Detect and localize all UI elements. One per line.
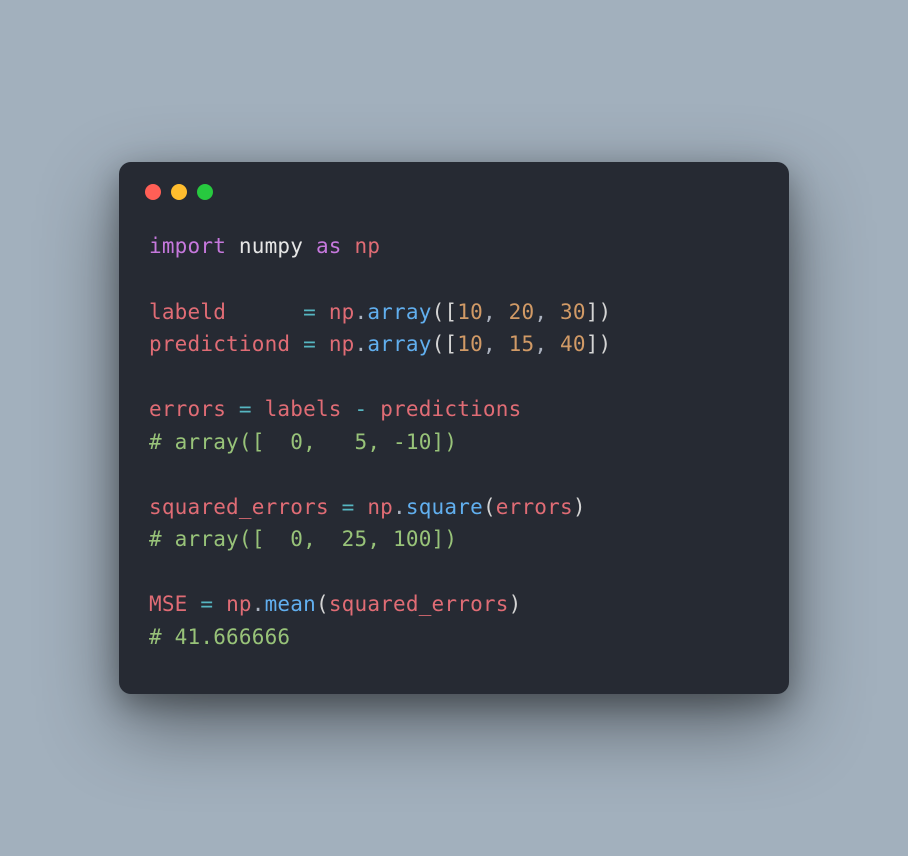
zoom-icon[interactable]	[197, 184, 213, 200]
variable: squared_errors	[149, 495, 329, 519]
module-name: numpy	[239, 234, 303, 258]
comment: # array([ 0, 5, -10])	[149, 430, 457, 454]
comment: # 41.666666	[149, 625, 290, 649]
lparen: (	[483, 495, 496, 519]
dot: .	[393, 495, 406, 519]
lparen: (	[432, 300, 445, 324]
dot: .	[355, 300, 368, 324]
lbracket: [	[444, 300, 457, 324]
code-window: import numpy as np labeld = np.array([10…	[119, 162, 789, 693]
arg: squared_errors	[329, 592, 509, 616]
minus-op: -	[355, 397, 368, 421]
window-titlebar	[119, 162, 789, 210]
variable: labeld	[149, 300, 226, 324]
variable: predictiond	[149, 332, 290, 356]
rparen: )	[509, 592, 522, 616]
module-alias: np	[355, 234, 381, 258]
code-line-6: errors = labels - predictions	[149, 397, 521, 421]
number: 30	[560, 300, 586, 324]
comma: ,	[483, 300, 496, 324]
fn-square: square	[406, 495, 483, 519]
np-ref: np	[329, 332, 355, 356]
fn-array: array	[367, 332, 431, 356]
fn-mean: mean	[265, 592, 316, 616]
rparen: )	[599, 332, 612, 356]
dot: .	[252, 592, 265, 616]
code-editor: import numpy as np labeld = np.array([10…	[119, 210, 789, 663]
lparen: (	[316, 592, 329, 616]
equals-op: =	[239, 397, 252, 421]
keyword-import: import	[149, 234, 226, 258]
number: 15	[509, 332, 535, 356]
comment: # array([ 0, 25, 100])	[149, 527, 457, 551]
comma: ,	[534, 332, 547, 356]
arg: errors	[496, 495, 573, 519]
code-line-12: MSE = np.mean(squared_errors)	[149, 592, 521, 616]
minimize-icon[interactable]	[171, 184, 187, 200]
close-icon[interactable]	[145, 184, 161, 200]
rparen: )	[573, 495, 586, 519]
rbracket: ]	[586, 332, 599, 356]
comma: ,	[483, 332, 496, 356]
number: 10	[457, 300, 483, 324]
number: 40	[560, 332, 586, 356]
lbracket: [	[444, 332, 457, 356]
variable: predictions	[380, 397, 521, 421]
variable: errors	[149, 397, 226, 421]
code-line-4: predictiond = np.array([10, 15, 40])	[149, 332, 611, 356]
code-line-1: import numpy as np	[149, 234, 380, 258]
rbracket: ]	[586, 300, 599, 324]
number: 10	[457, 332, 483, 356]
number: 20	[509, 300, 535, 324]
lparen: (	[432, 332, 445, 356]
variable: labels	[265, 397, 342, 421]
equals-op: =	[303, 332, 316, 356]
equals-op: =	[303, 300, 316, 324]
comma: ,	[534, 300, 547, 324]
np-ref: np	[367, 495, 393, 519]
code-line-3: labeld = np.array([10, 20, 30])	[149, 300, 611, 324]
fn-array: array	[367, 300, 431, 324]
dot: .	[355, 332, 368, 356]
rparen: )	[599, 300, 612, 324]
keyword-as: as	[316, 234, 342, 258]
code-line-9: squared_errors = np.square(errors)	[149, 495, 586, 519]
np-ref: np	[329, 300, 355, 324]
equals-op: =	[342, 495, 355, 519]
variable: MSE	[149, 592, 188, 616]
np-ref: np	[226, 592, 252, 616]
equals-op: =	[200, 592, 213, 616]
